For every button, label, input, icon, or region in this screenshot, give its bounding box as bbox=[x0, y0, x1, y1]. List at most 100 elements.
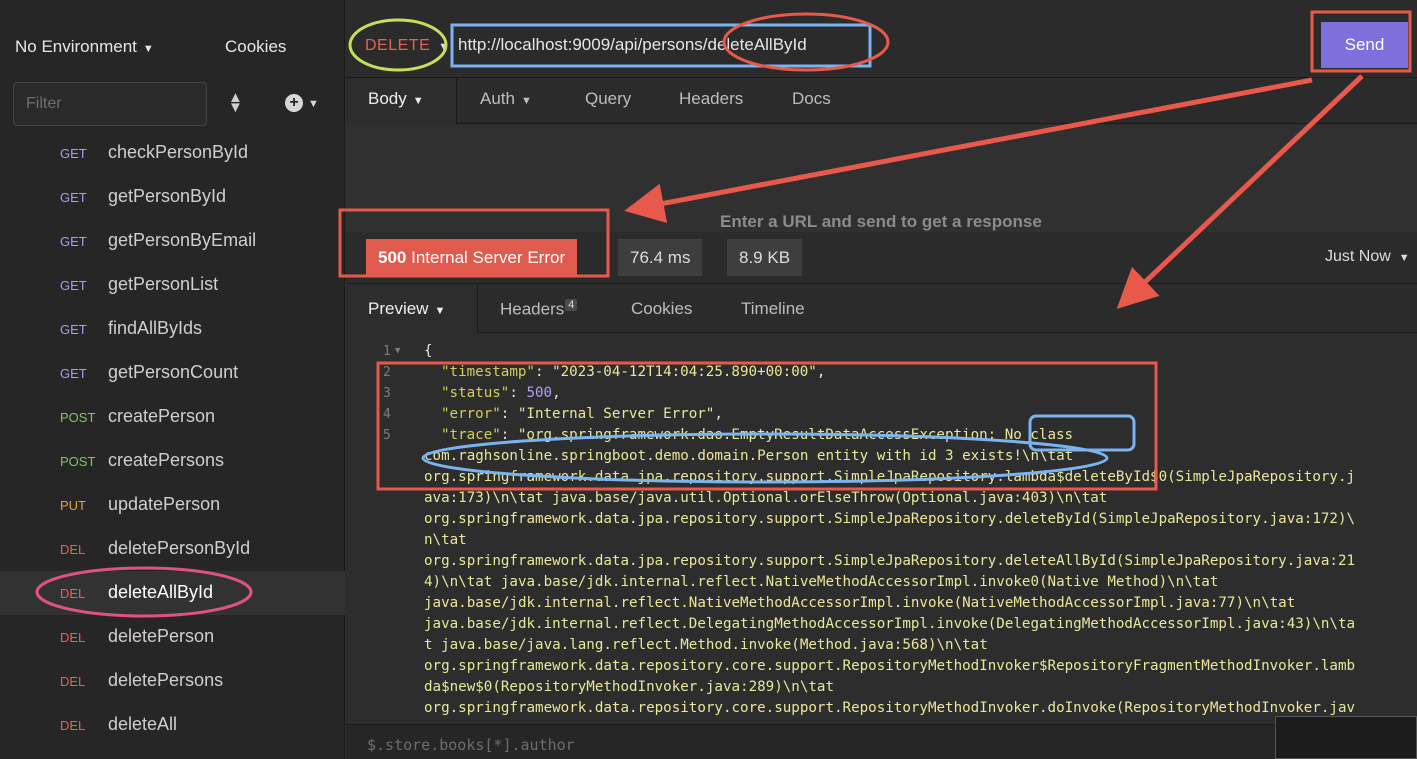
code-text: org.springframework.data.jpa.repository.… bbox=[424, 469, 1356, 485]
cookies-button[interactable]: Cookies bbox=[225, 37, 286, 57]
tab-cookies[interactable]: Cookies bbox=[631, 299, 692, 319]
tab-preview[interactable]: Preview ▼ bbox=[368, 299, 445, 319]
request-name: findAllByIds bbox=[108, 318, 203, 338]
list-item[interactable]: DEL deletePersonById bbox=[0, 527, 345, 571]
json-key: "trace" bbox=[441, 427, 501, 443]
sort-icon[interactable]: ▲ ▼ bbox=[228, 90, 243, 115]
response-filter-bar: $.store.books[*].author bbox=[346, 724, 1417, 759]
list-item[interactable]: GET getPersonList bbox=[0, 263, 345, 307]
method-badge: GET bbox=[60, 234, 87, 249]
fold-caret-icon[interactable]: ▼ bbox=[395, 341, 400, 362]
method-badge: DEL bbox=[60, 630, 86, 645]
json-key: "timestamp" bbox=[441, 364, 535, 380]
method-badge: PUT bbox=[60, 498, 86, 513]
request-name: getPersonById bbox=[108, 186, 227, 206]
response-time-badge: 76.4 ms bbox=[618, 239, 703, 276]
response-preview[interactable]: 1 ▼ { 2 "timestamp": "2023-04-12T14:04:25.8… bbox=[346, 334, 1417, 724]
status-code: 500 bbox=[378, 248, 407, 267]
code-text: t java.base/java.lang.reflect.Method.inv… bbox=[424, 637, 988, 653]
code-text: ava:173)\n\tat java.base/java.util.Optio… bbox=[424, 490, 1108, 506]
method-badge: POST bbox=[60, 410, 96, 425]
url-input[interactable]: http://localhost:9009/api/persons/delete… bbox=[458, 35, 807, 55]
json-value: "Internal Server Error" bbox=[517, 406, 715, 422]
list-item[interactable]: DEL deletePersons bbox=[0, 659, 345, 703]
line-number: 5 bbox=[383, 428, 391, 443]
history-label: Just Now bbox=[1325, 248, 1391, 265]
history-dropdown[interactable]: Just Now ▼ bbox=[1325, 248, 1410, 266]
list-item-active[interactable]: DEL deleteAllById bbox=[0, 571, 345, 615]
method-dropdown[interactable]: DELETE ▼ bbox=[365, 37, 450, 55]
json-value: "2023-04-12T14:04:25.890+00:00" bbox=[552, 364, 817, 380]
code-text: "error": "Internal Server Error", bbox=[441, 406, 723, 422]
line-number: 4 bbox=[383, 407, 391, 422]
request-name: createPersons bbox=[108, 450, 225, 470]
code-text: org.springframework.data.repository.core… bbox=[424, 700, 1356, 716]
list-item[interactable]: PUT updatePerson bbox=[0, 483, 345, 527]
status-text: Internal Server Error bbox=[411, 248, 566, 267]
chevron-down-icon: ▼ bbox=[520, 95, 532, 107]
response-size-badge: 8.9 KB bbox=[727, 239, 803, 276]
request-name: deletePersonById bbox=[108, 538, 251, 558]
chevron-down-icon: ▼ bbox=[412, 95, 424, 107]
response-status-bar: 500 Internal Server Error 76.4 ms 8.9 KB… bbox=[346, 232, 1417, 284]
tab-query[interactable]: Query bbox=[585, 89, 631, 109]
request-name: deleteAll bbox=[108, 714, 178, 734]
chevron-down-icon: ▼ bbox=[434, 305, 446, 317]
tab-headers[interactable]: Headers bbox=[679, 89, 743, 109]
json-key: "error" bbox=[441, 406, 501, 422]
send-button[interactable]: Send bbox=[1321, 22, 1408, 68]
request-name: createPerson bbox=[108, 406, 216, 426]
plus-circle-icon[interactable]: + bbox=[285, 94, 303, 112]
list-item[interactable]: DEL deletePerson bbox=[0, 615, 345, 659]
filter-input[interactable]: Filter bbox=[13, 82, 207, 126]
request-name: getPersonList bbox=[108, 274, 219, 294]
code-text: "timestamp": "2023-04-12T14:04:25.890+00… bbox=[441, 364, 826, 380]
tab-auth[interactable]: Auth ▼ bbox=[480, 89, 532, 109]
list-item[interactable]: GET getPersonByEmail bbox=[0, 219, 345, 263]
response-filter-input[interactable]: $.store.books[*].author bbox=[367, 736, 575, 754]
method-badge: GET bbox=[60, 366, 87, 381]
code-text: { bbox=[424, 343, 433, 359]
method-badge: DEL bbox=[60, 542, 86, 557]
method-badge: GET bbox=[60, 146, 87, 161]
code-text: java.base/jdk.internal.reflect.Delegatin… bbox=[424, 616, 1356, 632]
code-text: org.springframework.data.jpa.repository.… bbox=[424, 511, 1356, 527]
empty-response-hint: Enter a URL and send to get a response bbox=[720, 212, 1042, 231]
chevron-down-icon[interactable]: ▼ bbox=[308, 98, 319, 110]
code-text: 4)\n\tat java.base/jdk.internal.reflect.… bbox=[424, 574, 1219, 590]
code-text: java.base/jdk.internal.reflect.NativeMet… bbox=[424, 595, 1296, 611]
environment-label: No Environment bbox=[15, 37, 137, 56]
request-name: getPersonCount bbox=[108, 362, 239, 382]
list-item[interactable]: POST createPerson bbox=[0, 395, 345, 439]
tab-response-headers[interactable]: Headers 4 bbox=[500, 299, 578, 320]
chevron-down-icon: ▼ bbox=[438, 41, 450, 53]
url-bar: DELETE ▼ http://localhost:9009/api/person… bbox=[346, 0, 1417, 78]
chevron-down-icon: ▼ bbox=[1398, 252, 1410, 264]
request-list: GET checkPersonById GET getPersonById GET g… bbox=[0, 131, 345, 747]
tab-timeline[interactable]: Timeline bbox=[741, 299, 805, 319]
sidebar: No Environment ▼ Cookies Filter ▲ ▼ + ▼ GE… bbox=[0, 0, 345, 759]
list-item[interactable]: POST createPersons bbox=[0, 439, 345, 483]
list-item[interactable]: GET findAllByIds bbox=[0, 307, 345, 351]
request-name: deleteAllById bbox=[108, 582, 214, 602]
tab-label: Preview bbox=[368, 299, 429, 318]
request-tabs: Body ▼ Auth ▼ Query Headers Docs bbox=[346, 78, 1417, 124]
tab-body[interactable]: Body ▼ bbox=[368, 89, 424, 109]
list-item[interactable]: GET checkPersonById bbox=[0, 131, 345, 175]
environment-dropdown[interactable]: No Environment ▼ bbox=[15, 37, 154, 57]
tab-label: Auth bbox=[480, 89, 515, 108]
method-badge: GET bbox=[60, 190, 87, 205]
list-item[interactable]: GET getPersonCount bbox=[0, 351, 345, 395]
response-tabs: Preview ▼ Headers 4 Cookies Timeline bbox=[346, 285, 1417, 333]
list-item[interactable]: GET getPersonById bbox=[0, 175, 345, 219]
request-name: getPersonByEmail bbox=[108, 230, 257, 250]
request-name: deletePerson bbox=[108, 626, 215, 646]
tab-docs[interactable]: Docs bbox=[792, 89, 831, 109]
line-number: 1 bbox=[383, 344, 391, 359]
list-item[interactable]: DEL deleteAll bbox=[0, 703, 345, 747]
request-name: updatePerson bbox=[108, 494, 221, 514]
code-text: n\tat bbox=[424, 532, 467, 548]
code-text: org.springframework.data.repository.core… bbox=[424, 658, 1356, 674]
method-badge: DEL bbox=[60, 586, 86, 601]
json-value: "org.springframework.dao.EmptyResultData… bbox=[517, 427, 1074, 443]
